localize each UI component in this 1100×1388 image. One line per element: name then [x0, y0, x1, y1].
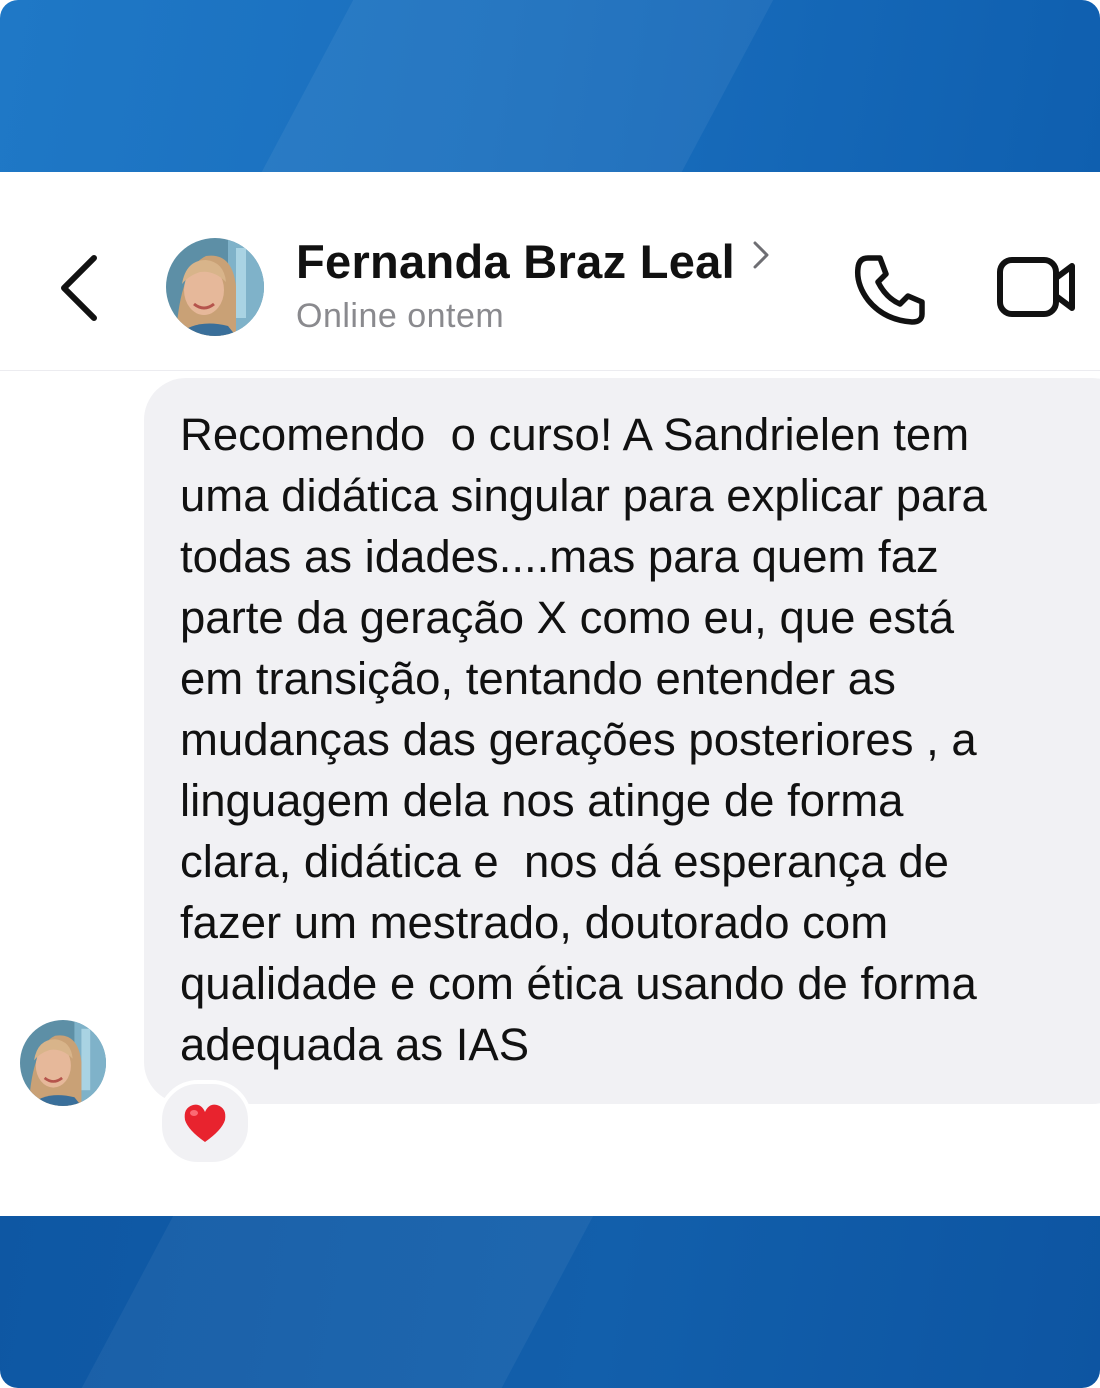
chevron-left-icon: [61, 255, 97, 321]
video-camera-icon: [997, 257, 1075, 317]
chat-screen: Fernanda Braz Leal Online ontem Recomend…: [0, 172, 1100, 1216]
screenshot-frame: Fernanda Braz Leal Online ontem Recomend…: [0, 0, 1100, 1388]
avatar-photo-icon: [20, 1020, 106, 1106]
message-text: Recomendo o curso! A Sandrielen tem uma …: [180, 404, 1060, 1075]
message-line: fazer um mestrado, doutorado com: [180, 897, 889, 948]
message-line: clara, didática e nos dá esperança de: [180, 836, 949, 887]
voice-call-button[interactable]: [850, 250, 930, 330]
contact-name: Fernanda Braz Leal: [296, 235, 735, 288]
message-line: uma didática singular para explicar para: [180, 470, 987, 521]
message-line: Recomendo o curso! A Sandrielen tem: [180, 409, 970, 460]
message-bubble[interactable]: Recomendo o curso! A Sandrielen tem uma …: [144, 378, 1100, 1104]
contact-avatar[interactable]: [166, 238, 264, 336]
contact-status: Online ontem: [296, 297, 505, 335]
phone-icon: [854, 255, 925, 325]
message-line: mudanças das gerações posteriores , a: [180, 714, 977, 765]
message-reaction[interactable]: [158, 1080, 252, 1166]
top-blue-band: [0, 0, 1100, 172]
avatar-photo-icon: [166, 238, 264, 336]
red-heart-icon: [184, 1104, 226, 1142]
message-line: qualidade e com ética usando de forma: [180, 958, 977, 1009]
message-line: parte da geração X como eu, que está: [180, 592, 955, 643]
chat-header: Fernanda Braz Leal Online ontem: [0, 172, 1100, 371]
message-line: adequada as IAS: [180, 1019, 530, 1070]
contact-info[interactable]: Fernanda Braz Leal Online ontem: [296, 234, 773, 336]
message-line: linguagem dela nos atinge de forma: [180, 775, 904, 826]
chevron-right-icon: [753, 241, 769, 268]
sender-avatar[interactable]: [20, 1020, 106, 1106]
bottom-blue-band: [0, 1216, 1100, 1388]
message-line: em transição, tentando entender as: [180, 653, 896, 704]
video-call-button[interactable]: [994, 254, 1080, 320]
message-line: todas as idades....mas para quem faz: [180, 531, 939, 582]
back-button[interactable]: [52, 248, 112, 328]
